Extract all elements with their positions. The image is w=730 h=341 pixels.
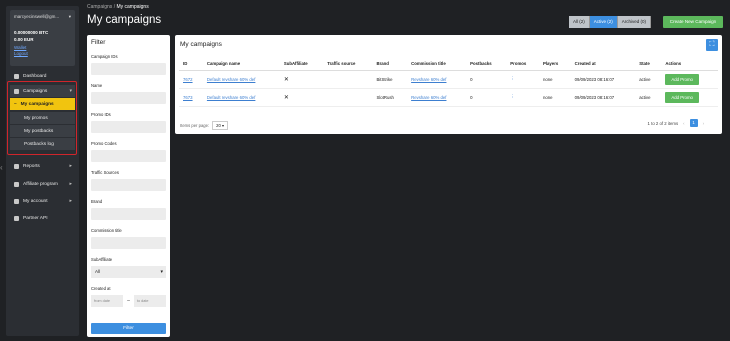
- commission-link[interactable]: Revshare 60% def: [411, 95, 446, 100]
- close-icon: ✕: [283, 76, 289, 83]
- dashboard-icon: [14, 73, 19, 79]
- column-header[interactable]: ID: [179, 57, 203, 71]
- table-row: 7672 Default revshare 60% def ✕ BitStrike Re…: [179, 70, 718, 89]
- fullscreen-icon[interactable]: ⛶: [706, 39, 718, 51]
- more-options-icon[interactable]: ⋮: [510, 94, 514, 99]
- items-per-page: Items per page: 20 ▾: [180, 121, 229, 130]
- sidebar-item-partner-api[interactable]: Partner API: [10, 212, 75, 224]
- cell-postbacks: 0: [470, 76, 473, 82]
- campaign-id-link[interactable]: 7672: [183, 77, 193, 82]
- campaign-id-link[interactable]: 7673: [183, 95, 193, 100]
- affiliate-icon: [14, 181, 19, 187]
- sidebar-item-my-account[interactable]: My account ▸: [10, 195, 75, 207]
- name-input[interactable]: [91, 92, 166, 104]
- column-header[interactable]: Promos: [506, 57, 539, 71]
- sidebar-item-affiliate-program[interactable]: Affiliate program ▸: [10, 178, 75, 190]
- created-at-label: Created at: [91, 286, 111, 291]
- sidebar: marcyecinswell@gm... ▾ 0.00000000 BTC 0.0…: [6, 6, 79, 336]
- cell-postbacks: 0: [470, 94, 473, 100]
- range-label: 1 to 2 of 2 items: [647, 120, 679, 126]
- account-panel: marcyecinswell@gm... ▾ 0.00000000 BTC 0.0…: [10, 10, 75, 66]
- filter-panel: Filter Campaign IDs Name Promo IDs Promo…: [87, 35, 170, 337]
- campaign-name-link[interactable]: Default revshare 60% def: [207, 77, 256, 82]
- cell-created: 09/09/2023 08:16:07: [574, 94, 615, 100]
- column-header[interactable]: SubAffiliate: [279, 57, 324, 71]
- add-promo-button[interactable]: Add Promo: [665, 91, 699, 103]
- campaign-ids-label: Campaign IDs: [91, 54, 118, 59]
- btc-balance: 0.00000000 BTC: [14, 30, 49, 35]
- commission-title-label: Commission title: [91, 228, 122, 233]
- api-icon: [14, 215, 19, 221]
- eur-balance: 0.00 EUR: [14, 37, 34, 42]
- column-header[interactable]: Campaign name: [202, 57, 280, 71]
- filter-button[interactable]: Filter: [91, 323, 166, 334]
- column-header[interactable]: Commission title: [407, 57, 467, 71]
- brand-input[interactable]: [91, 208, 166, 220]
- state-filter-group: All (2) Active (2) Archived (0): [569, 16, 652, 28]
- traffic-sources-input[interactable]: [91, 179, 166, 191]
- close-icon: ✕: [283, 94, 289, 101]
- pagination: 1 to 2 of 2 items ‹ 1 ›: [648, 119, 704, 127]
- promo-ids-input[interactable]: [91, 121, 166, 133]
- filter-all-button[interactable]: All (2): [569, 16, 590, 28]
- add-promo-button[interactable]: Add Promo: [665, 73, 699, 85]
- chevron-down-icon: ▾: [68, 14, 71, 19]
- logout-link[interactable]: Logout: [14, 51, 71, 57]
- cell-created: 09/09/2023 08:16:07: [574, 76, 615, 82]
- chevron-right-icon: ▸: [69, 198, 72, 204]
- account-email[interactable]: marcyecinswell@gm... ▾: [14, 14, 71, 20]
- promo-codes-input[interactable]: [91, 150, 166, 162]
- promo-ids-label: Promo IDs: [91, 112, 111, 117]
- reports-icon: [14, 163, 19, 169]
- collapse-sidebar-icon[interactable]: ‹: [0, 160, 5, 176]
- breadcrumb-current: My campaigns: [116, 4, 149, 10]
- traffic-sources-label: Traffic Sources: [91, 170, 119, 175]
- cell-state: active: [639, 76, 651, 82]
- column-header[interactable]: State: [635, 57, 662, 71]
- column-header[interactable]: Actions: [661, 57, 718, 71]
- commission-link[interactable]: Revshare 60% def: [411, 77, 446, 82]
- prev-page-icon[interactable]: ‹: [683, 121, 684, 126]
- subaffiliate-select[interactable]: All: [91, 266, 166, 278]
- from-date-input[interactable]: from date: [91, 295, 124, 307]
- commission-title-input[interactable]: [91, 237, 166, 249]
- to-date-input[interactable]: to date: [133, 295, 166, 307]
- filter-archived-button[interactable]: Archived (0): [617, 16, 652, 28]
- column-header[interactable]: Players: [538, 57, 571, 71]
- filter-title: Filter: [91, 39, 106, 46]
- cell-brand: BitStrike: [376, 76, 393, 82]
- column-header[interactable]: Postbacks: [466, 57, 507, 71]
- cell-state: active: [639, 94, 651, 100]
- table-row: 7673 Default revshare 60% def ✕ SlotRush Rev…: [179, 88, 718, 107]
- sidebar-item-reports[interactable]: Reports ▸: [10, 160, 75, 172]
- more-options-icon[interactable]: ⋮: [510, 76, 514, 81]
- breadcrumb-campaigns[interactable]: Campaigns: [87, 4, 112, 10]
- panel-title: My campaigns: [180, 41, 222, 48]
- campaigns-table: ID Campaign name SubAffiliate Traffic sourc…: [179, 57, 718, 107]
- brand-label: Brand: [91, 199, 103, 204]
- column-header[interactable]: Traffic source: [323, 57, 373, 71]
- create-campaign-button[interactable]: Create New Campaign: [663, 16, 723, 28]
- next-page-icon[interactable]: ›: [703, 121, 704, 126]
- breadcrumb: Campaigns / My campaigns: [87, 4, 149, 10]
- cell-brand: SlotRush: [376, 94, 394, 100]
- campaign-ids-input[interactable]: [91, 63, 166, 75]
- account-icon: [14, 198, 19, 204]
- cell-players: none: [542, 76, 553, 82]
- page-title: My campaigns: [87, 14, 162, 26]
- filter-active-button[interactable]: Active (2): [589, 16, 618, 28]
- promo-codes-label: Promo Codes: [91, 141, 117, 146]
- campaigns-panel: My campaigns ⛶ ID Campaign name SubAffilia…: [175, 35, 722, 134]
- campaign-name-link[interactable]: Default revshare 60% def: [207, 95, 256, 100]
- cell-players: none: [542, 94, 553, 100]
- column-header[interactable]: Created at: [570, 57, 636, 71]
- campaigns-highlight: [7, 81, 77, 155]
- column-header[interactable]: Brand: [372, 57, 408, 71]
- chevron-right-icon: ▸: [69, 181, 72, 187]
- subaffiliate-label: SubAffiliate: [91, 257, 113, 262]
- name-label: Name: [91, 83, 103, 88]
- page-button[interactable]: 1: [689, 119, 698, 127]
- items-per-page-select[interactable]: 20 ▾: [212, 121, 229, 130]
- chevron-right-icon: ▸: [69, 163, 72, 169]
